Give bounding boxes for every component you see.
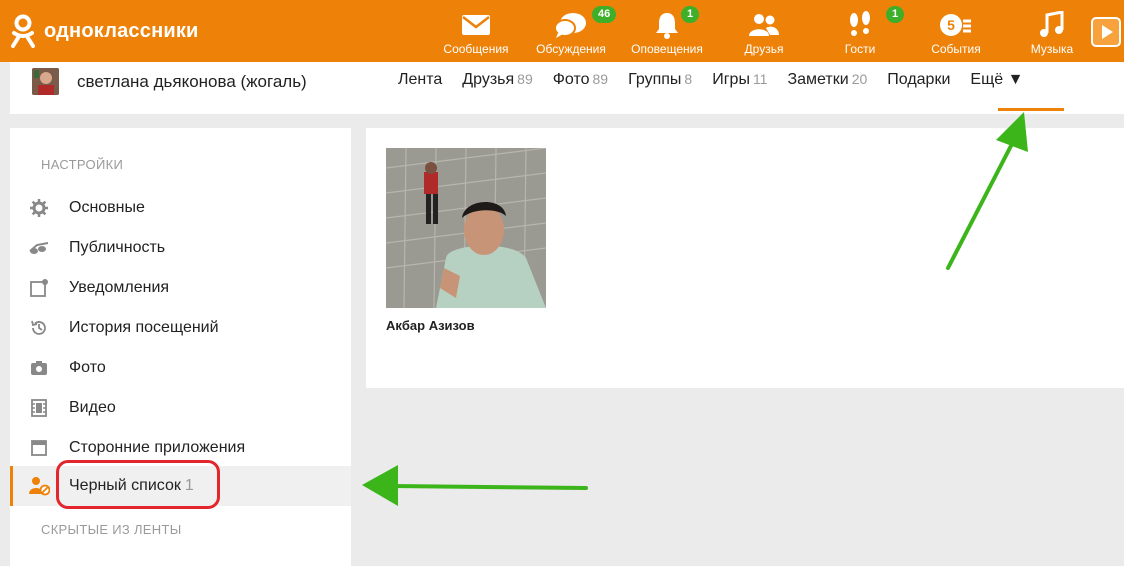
sidebar-item-notifications[interactable]: Уведомления bbox=[10, 268, 351, 308]
sidebar-item-label: История посещений bbox=[69, 319, 219, 336]
tab-groups[interactable]: Группы 8 bbox=[628, 71, 692, 89]
sidebar-item-photo[interactable]: Фото bbox=[10, 348, 351, 388]
blocked-user-name[interactable]: Акбар Азизов bbox=[386, 318, 475, 333]
tab-gifts[interactable]: Подарки bbox=[887, 71, 950, 89]
nav-music[interactable]: Музыка bbox=[1028, 0, 1076, 62]
bell-icon bbox=[656, 13, 678, 39]
nav-guests[interactable]: Гости 1 bbox=[842, 0, 905, 62]
tab-count: 89 bbox=[517, 71, 533, 87]
nav-messages[interactable]: Сообщения bbox=[442, 0, 510, 62]
sidebar-item-label: Фото bbox=[69, 359, 106, 376]
footprints-icon bbox=[850, 11, 870, 36]
blocked-user-icon bbox=[29, 477, 50, 496]
tab-friends[interactable]: Друзья 89 bbox=[462, 71, 532, 89]
tab-games[interactable]: Игры 11 bbox=[712, 71, 767, 89]
nav-label: События bbox=[931, 42, 981, 56]
events-icon: 5 bbox=[940, 14, 971, 36]
blocked-user-photo[interactable] bbox=[386, 148, 546, 308]
profile-tabs: Лента Друзья 89 Фото 89 Группы 8 Игры 11 Зам… bbox=[398, 71, 1043, 89]
nav-notifications[interactable]: Оповещения 1 bbox=[629, 0, 705, 62]
sidebar-item-label: Сторонние приложения bbox=[69, 439, 246, 456]
tab-count: 8 bbox=[684, 71, 693, 87]
camera-icon bbox=[31, 361, 47, 375]
notification-icon bbox=[30, 279, 48, 297]
nav-label: Друзья bbox=[744, 42, 784, 56]
nav-label: Музыка bbox=[1030, 42, 1074, 56]
sidebar-item-publicity[interactable]: Публичность bbox=[10, 228, 351, 268]
nav-events[interactable]: 5 События bbox=[928, 0, 984, 62]
sidebar-item-label: Публичность bbox=[69, 239, 166, 256]
discussions-badge: 46 bbox=[592, 6, 617, 23]
history-icon bbox=[31, 320, 46, 335]
tab-count: 89 bbox=[592, 71, 609, 87]
sidebar-item-general[interactable]: Основные bbox=[10, 188, 351, 228]
arrow-to-blacklist bbox=[362, 465, 588, 506]
site-logo[interactable]: одноклассники bbox=[8, 14, 199, 48]
nav-label: Гости bbox=[844, 42, 876, 56]
profile-name[interactable]: светлана дьяконова (жогаль) bbox=[77, 72, 307, 92]
ok-logo-icon bbox=[11, 14, 35, 48]
nav-friends[interactable]: Друзья bbox=[742, 0, 786, 62]
nav-discussions[interactable]: Обсуждения 46 bbox=[534, 0, 617, 62]
sidebar-item-label: Уведомления bbox=[69, 279, 170, 296]
logo-text: одноклассники bbox=[44, 19, 199, 42]
sidebar-item-history[interactable]: История посещений bbox=[10, 308, 351, 348]
top-navigation-bar: одноклассники Сообщения Обсуждения 46 Оп… bbox=[0, 0, 1124, 62]
sidebar-item-label: Видео bbox=[69, 399, 116, 416]
guests-badge: 1 bbox=[886, 6, 905, 23]
avatar[interactable] bbox=[32, 68, 59, 95]
svg-text:5: 5 bbox=[947, 17, 955, 33]
tab-more-active-underline bbox=[998, 108, 1064, 111]
tab-photos[interactable]: Фото 89 bbox=[553, 71, 608, 89]
gear-icon bbox=[30, 199, 48, 217]
film-icon bbox=[31, 399, 47, 417]
sidebar-item-video[interactable]: Видео bbox=[10, 388, 351, 428]
envelope-icon bbox=[462, 15, 490, 35]
chat-bubbles-icon bbox=[554, 13, 586, 38]
app-window-icon bbox=[31, 440, 47, 456]
profile-bar: светлана дьяконова (жогаль) Лента Друзья… bbox=[10, 62, 1124, 114]
hidden-from-feed-section-title: СКРЫТЫЕ ИЗ ЛЕНТЫ bbox=[41, 522, 182, 537]
tab-feed[interactable]: Лента bbox=[398, 71, 442, 89]
nav-label: Оповещения bbox=[631, 42, 703, 56]
video-play-icon[interactable] bbox=[1091, 17, 1121, 47]
blacklist-content: Акбар Азизов bbox=[366, 128, 1124, 388]
sidebar-item-label: Основные bbox=[69, 199, 145, 216]
highlight-box bbox=[56, 460, 220, 509]
nav-label: Сообщения bbox=[443, 42, 509, 56]
nav-label: Обсуждения bbox=[536, 42, 606, 56]
tab-count: 20 bbox=[851, 71, 868, 87]
settings-section-title: НАСТРОЙКИ bbox=[41, 157, 124, 172]
tab-more[interactable]: Ещё ▼ bbox=[970, 71, 1023, 89]
glasses-icon bbox=[29, 242, 49, 254]
friends-icon bbox=[749, 14, 779, 36]
tab-notes[interactable]: Заметки 20 bbox=[787, 71, 867, 89]
tab-count: 11 bbox=[752, 71, 768, 87]
notifications-badge: 1 bbox=[681, 6, 700, 23]
music-note-icon bbox=[1040, 11, 1064, 37]
